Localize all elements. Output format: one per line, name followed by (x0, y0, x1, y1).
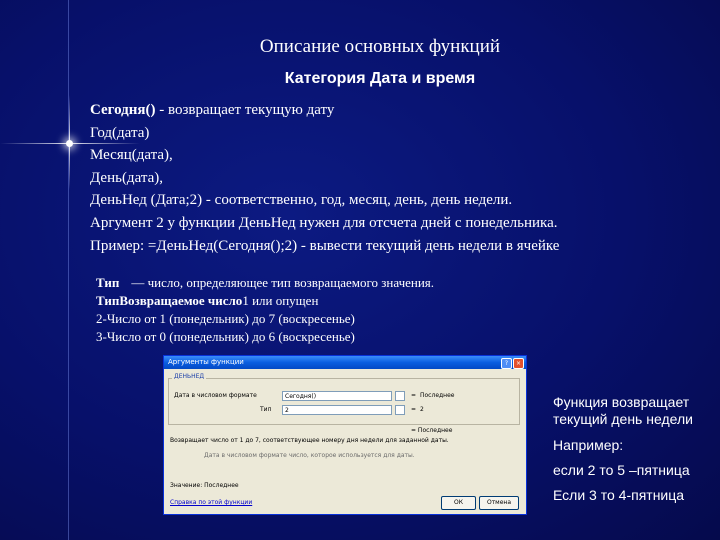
function-description-text: Возвращает число от 1 до 7, соответствую… (170, 437, 449, 444)
dialog-titlebar[interactable]: Аргументы функции ? × (164, 356, 526, 369)
body-line: Сегодня() - возвращает текущую дату (90, 99, 559, 122)
body-line: Месяц(дата), (90, 147, 173, 164)
arg1-label: Дата в числовом формате (174, 392, 257, 399)
value-label: Значение: Последнее (170, 482, 239, 489)
argument-hint: Дата в числовом формате число, которое и… (204, 452, 415, 459)
function-result: = Последнее (411, 427, 453, 434)
collapse-dialog-icon[interactable] (395, 391, 405, 401)
body-line: Аргумент 2 у функции ДеньНед нужен для о… (90, 214, 558, 231)
body-line: Пример: =ДеньНед(Сегодня();2) - вывести … (90, 237, 560, 254)
note-bold: Тип (96, 275, 120, 290)
close-icon[interactable]: × (513, 358, 524, 369)
note-line: ТипВозвращаемое число1 или опущен (96, 292, 434, 310)
help-icon[interactable]: ? (501, 358, 512, 369)
arg2-equals: = (411, 406, 417, 413)
function-name-label: ДЕНЬНЕД (172, 373, 207, 380)
body-line: День(дата), (90, 169, 163, 186)
note-line: Тип — число, определяющее тип возвращаемо… (96, 274, 434, 292)
type-notes: Тип — число, определяющее тип возвращаемо… (96, 274, 434, 346)
cancel-button[interactable]: Отмена (479, 496, 519, 510)
body-line-bold: Сегодня() (90, 102, 156, 118)
arg1-equals: = (411, 392, 417, 399)
side-note-line: Если 3 то 4-пятница (553, 487, 685, 503)
arg2-label: Тип (260, 406, 272, 413)
help-link[interactable]: Справка по этой функции (170, 499, 252, 506)
note-line: 3-Число от 0 (понедельник) до 6 (воскрес… (96, 329, 355, 344)
side-note-line: текущий день недели (553, 411, 693, 427)
slide-subtitle: Категория Дата и время (284, 70, 476, 87)
arg1-result: Последнее (420, 392, 455, 399)
note-text: 1 или опущен (242, 293, 319, 308)
dialog-window-controls: ? × (501, 358, 524, 369)
arg2-result: 2 (420, 406, 424, 413)
body-line: ДеньНед (Дата;2) - соответственно, год, … (90, 192, 513, 209)
note-bold: ТипВозвращаемое число (96, 293, 243, 308)
side-note-line: если 2 то 5 –пятница (553, 462, 690, 478)
arg1-input[interactable]: Сегодня() (282, 391, 392, 401)
star-flare-icon (66, 140, 73, 147)
side-note-line: Функция возвращает (553, 394, 690, 410)
dialog-title: Аргументы функции (168, 358, 244, 366)
ok-button[interactable]: ОК (441, 496, 476, 510)
function-description: Сегодня() - возвращает текущую дату Год(… (90, 99, 559, 257)
body-line-text: - возвращает текущую дату (155, 102, 335, 118)
function-arguments-dialog: Аргументы функции ? × ДЕНЬНЕД Дата в чис… (163, 355, 527, 515)
slide-title: Описание основных функций (259, 36, 501, 57)
arg2-input[interactable]: 2 (282, 405, 392, 415)
side-note-line: Например: (553, 437, 624, 453)
arguments-group (168, 378, 520, 425)
note-line: 2-Число от 1 (понедельник) до 7 (воскрес… (96, 311, 355, 326)
note-text: — число, определяющее тип возвращаемого … (131, 275, 435, 290)
collapse-dialog-icon[interactable] (395, 405, 405, 415)
body-line: Год(дата) (90, 124, 150, 141)
